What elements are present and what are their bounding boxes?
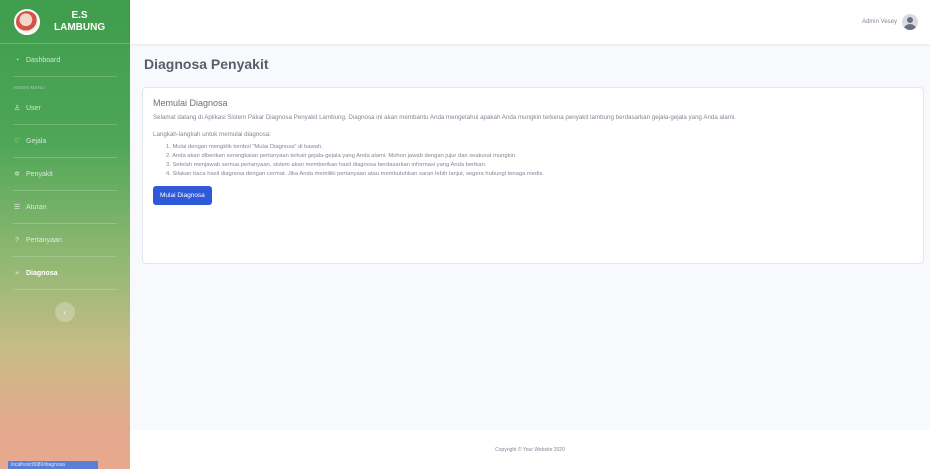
brand-line1: E.S	[71, 9, 88, 21]
list-item: 3. Setelah menjawab semua pertanyaan, si…	[166, 162, 487, 168]
list-item: 4. Silakan baca hasil diagnosa dengan ce…	[166, 171, 545, 177]
list-icon: ☰	[13, 204, 21, 211]
page-title: Diagnosa Penyakit	[144, 56, 269, 72]
sidebar-item-diagnosa[interactable]: ♅ Diagnosa	[0, 257, 130, 289]
avatar[interactable]	[902, 14, 918, 30]
sidebar-heading: ADMIN MENU	[13, 85, 45, 90]
heart-icon: ♡	[13, 138, 21, 145]
stomach-logo-icon	[14, 8, 40, 35]
question-icon: ?	[15, 236, 19, 244]
sidebar-item-label: Diagnosa	[26, 269, 58, 277]
steps-list: 1. Mulai dengan mengklik tombol "Mulai D…	[153, 143, 913, 179]
steps-intro: Langkah-langkah untuk memulai diagnosa:	[153, 131, 271, 138]
sidebar: E.S LAMBUNG ◔ Dashboard ADMIN MENU ♙ Use…	[0, 0, 130, 469]
chevron-left-icon: ‹	[63, 307, 67, 317]
sidebar-item-label: Aturan	[26, 203, 47, 211]
sidebar-item-label: User	[26, 104, 41, 112]
sidebar-item-gejala[interactable]: ♡ Gejala	[0, 125, 130, 157]
list-item: 1. Mulai dengan mengklik tombol "Mulai D…	[166, 144, 323, 150]
sidebar-item-dashboard[interactable]: ◔ Dashboard	[0, 44, 130, 76]
card-title: Memulai Diagnosa	[153, 98, 228, 108]
virus-icon: ✲	[14, 171, 20, 178]
stethoscope-icon: ♅	[14, 269, 20, 277]
sidebar-item-aturan[interactable]: ☰ Aturan	[0, 191, 130, 223]
copyright-text: Copyright © Your Website 2020	[495, 446, 565, 453]
sidebar-item-user[interactable]: ♙ User	[0, 92, 130, 124]
brand-name: E.S LAMBUNG	[54, 10, 105, 34]
card-intro: Selamat datang di Aplikasi Sistem Pakar …	[153, 114, 737, 121]
user-icon: ♙	[13, 105, 21, 112]
sidebar-item-label: Penyakit	[26, 170, 53, 178]
sidebar-item-penyakit[interactable]: ✲ Penyakit	[0, 158, 130, 190]
user-name[interactable]: Admin Vesey	[862, 19, 897, 25]
brand-line2: LAMBUNG	[54, 21, 106, 33]
sidebar-item-pertanyaan[interactable]: ? Pertanyaan	[0, 224, 130, 256]
sidebar-toggle-button[interactable]: ‹	[55, 302, 75, 322]
list-item: 2. Anda akan diberikan serangkaian perta…	[166, 153, 517, 159]
sidebar-item-label: Gejala	[26, 137, 47, 145]
sidebar-brand[interactable]: E.S LAMBUNG	[0, 0, 130, 44]
sidebar-item-label: Dashboard	[26, 56, 61, 64]
sidebar-divider	[13, 289, 117, 290]
tachometer-icon: ◔	[14, 56, 20, 64]
status-url-tooltip: localhost:8080/diagnosa	[8, 461, 98, 469]
start-diagnosa-button[interactable]: Mulai Diagnosa	[153, 186, 212, 205]
diagnosa-card: Memulai Diagnosa Selamat datang di Aplik…	[142, 87, 924, 264]
topbar: Admin Vesey	[130, 0, 930, 44]
sidebar-item-label: Pertanyaan	[26, 236, 62, 244]
footer: Copyright © Your Website 2020	[130, 430, 930, 469]
